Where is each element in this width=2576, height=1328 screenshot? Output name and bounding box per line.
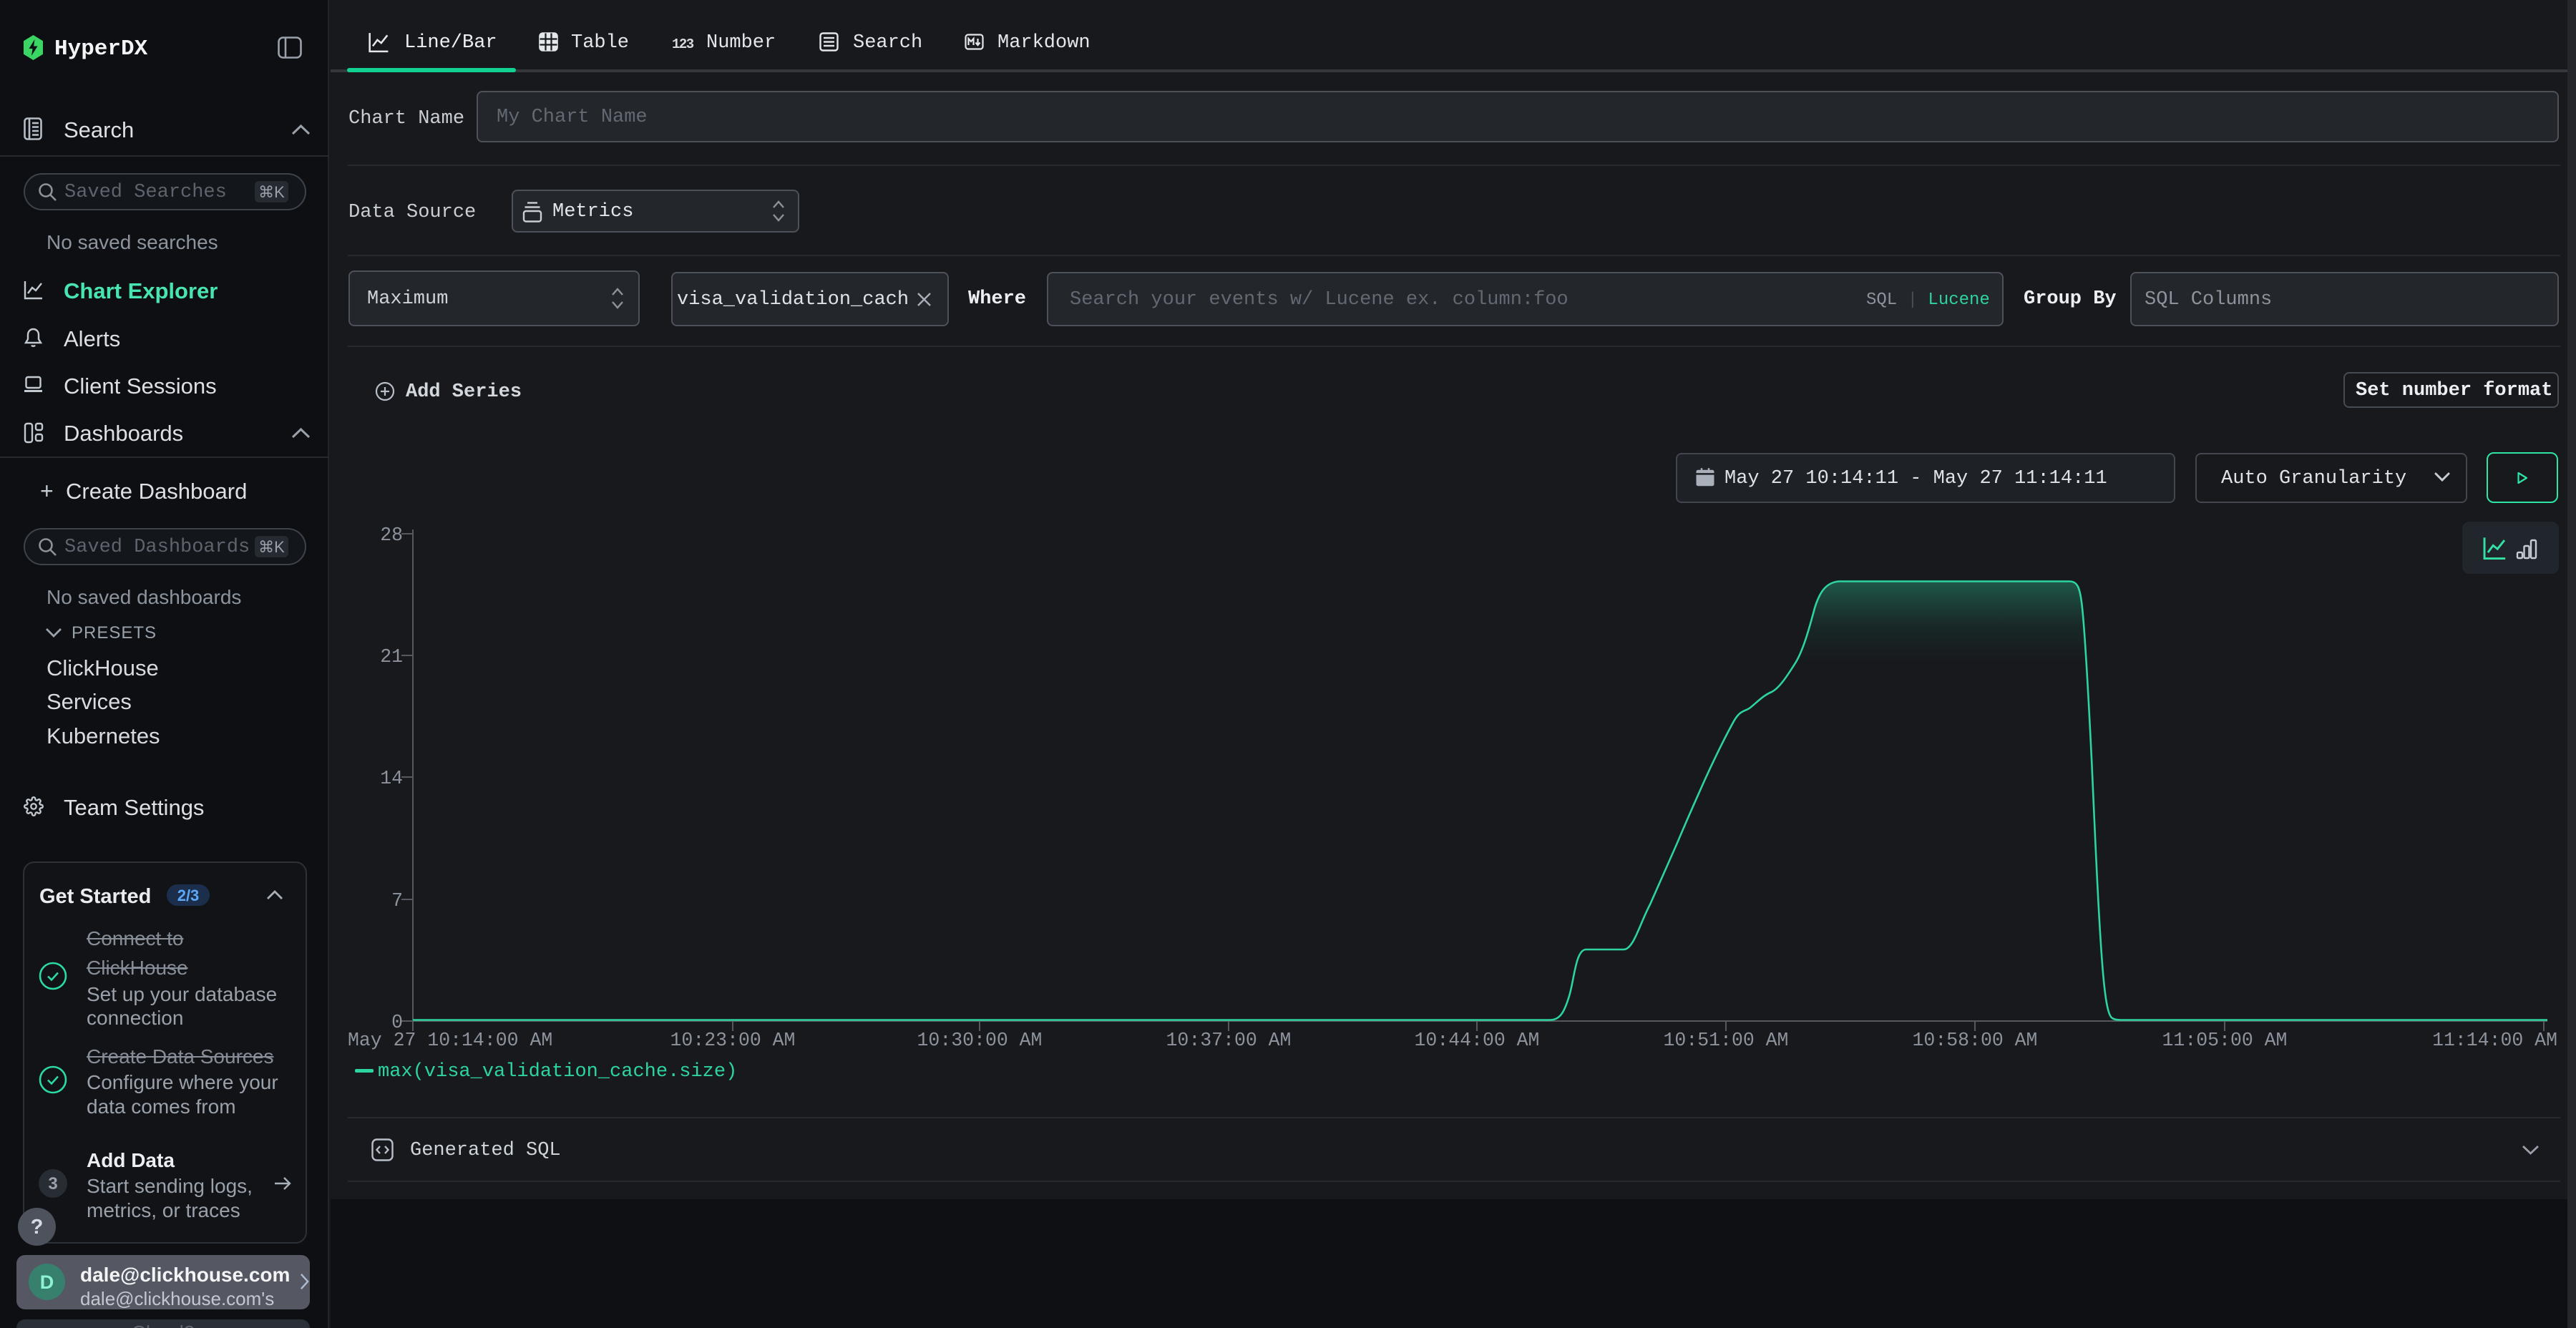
svg-text:7: 7	[391, 890, 403, 912]
svg-text:21: 21	[380, 646, 403, 668]
svg-text:10:23:00 AM: 10:23:00 AM	[670, 1030, 796, 1051]
svg-text:10:44:00 AM: 10:44:00 AM	[1415, 1030, 1540, 1051]
svg-text:11:14:00 AM: 11:14:00 AM	[2432, 1030, 2557, 1051]
svg-text:10:58:00 AM: 10:58:00 AM	[1913, 1030, 2038, 1051]
svg-text:11:05:00 AM: 11:05:00 AM	[2162, 1030, 2288, 1051]
svg-text:10:30:00 AM: 10:30:00 AM	[917, 1030, 1043, 1051]
svg-text:May 27 10:14:00 AM: May 27 10:14:00 AM	[348, 1030, 552, 1051]
svg-text:28: 28	[380, 524, 403, 546]
svg-text:14: 14	[380, 768, 403, 789]
svg-text:10:51:00 AM: 10:51:00 AM	[1664, 1030, 1789, 1051]
svg-text:10:37:00 AM: 10:37:00 AM	[1166, 1030, 1292, 1051]
